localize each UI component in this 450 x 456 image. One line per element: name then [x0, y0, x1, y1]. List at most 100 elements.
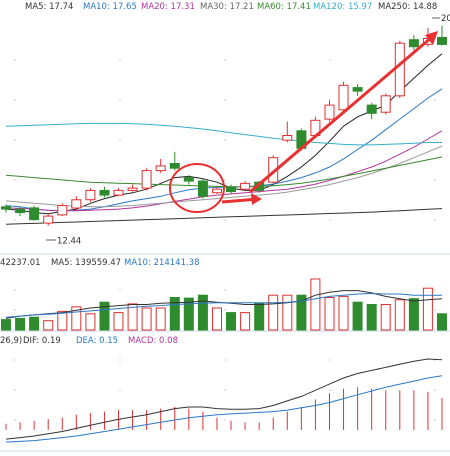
ma-line-ma120 — [5, 122, 442, 146]
volume-bar — [197, 294, 208, 331]
candle-body — [113, 189, 124, 196]
grid-dot — [224, 219, 226, 221]
grid-dot — [434, 139, 436, 141]
candle-body — [1, 206, 11, 210]
candle-body — [127, 187, 138, 191]
volume-bar — [282, 294, 293, 331]
volume-bar — [15, 317, 26, 331]
highlight-circle — [169, 163, 225, 213]
grid-dot — [14, 309, 16, 311]
candle-body — [71, 199, 82, 209]
volume-bar — [85, 313, 96, 331]
candle-body — [29, 207, 40, 221]
candle-body — [141, 170, 152, 189]
volume-bar — [338, 295, 349, 331]
grid-dot — [119, 359, 121, 361]
grid-dot — [119, 99, 121, 101]
candle-body — [99, 189, 110, 196]
candle-body — [324, 104, 335, 120]
grid-dot — [14, 99, 16, 101]
grid-dot — [329, 99, 331, 101]
grid-dot — [329, 359, 331, 361]
candle-body — [183, 177, 194, 182]
volume-bar — [268, 294, 279, 331]
volume-bar — [43, 320, 54, 331]
volume-bar — [155, 307, 166, 331]
grid-dot — [434, 389, 436, 391]
volume-bar — [240, 312, 251, 331]
dif-line — [5, 358, 443, 440]
ma250-legend: MA250: 14.88 — [378, 2, 438, 12]
grid-dot — [224, 419, 226, 421]
dif-legend: DIF: 0.19 — [23, 336, 61, 346]
volume-bar — [226, 312, 236, 331]
candle-body — [282, 135, 293, 141]
grid-dot — [224, 99, 226, 101]
volume-bar — [57, 310, 68, 331]
volume-bar — [113, 312, 124, 331]
candle-body — [366, 104, 377, 114]
arrow-long — [249, 35, 433, 194]
macd-params-legend: 26,9) — [0, 336, 23, 346]
volume-panel — [1, 278, 447, 331]
grid-dot — [434, 419, 436, 421]
ma-line-ma30 — [5, 145, 443, 208]
volume-bar — [437, 313, 447, 331]
volume-bar — [352, 301, 363, 331]
grid-dot — [14, 389, 16, 391]
low-price-label: 12.44 — [57, 237, 81, 247]
moving-average-lines — [5, 53, 443, 225]
candle-body — [43, 215, 54, 224]
volume-bar — [394, 299, 405, 331]
candle-body — [380, 95, 391, 113]
ma30-legend: MA30: 17.21 — [200, 2, 254, 12]
candle-body — [15, 208, 26, 214]
panel-dividers — [0, 253, 450, 452]
ma10-legend: MA10: 17.65 — [83, 2, 137, 12]
volume-ma5-legend: MA5: 139559.47 — [51, 258, 122, 268]
grid-dot — [224, 389, 226, 391]
ma-line-ma20 — [5, 130, 443, 212]
volume-bar — [324, 297, 335, 331]
candlesticks — [1, 25, 447, 226]
grid-dot — [434, 99, 436, 101]
volume-bar — [254, 302, 265, 331]
volume-bar — [212, 307, 222, 331]
grid-dot — [434, 309, 436, 311]
grid-dot — [224, 179, 226, 181]
grid-dot — [329, 59, 331, 61]
grid-dot — [119, 389, 121, 391]
grid-dot — [119, 289, 121, 291]
volume-bar — [141, 307, 152, 331]
dea-legend: DEA: 0.15 — [76, 336, 119, 346]
grid-dot — [224, 289, 226, 291]
ma120-legend: MA120: 15.97 — [313, 2, 373, 12]
grid-dot — [434, 289, 436, 291]
volume-bar — [422, 287, 433, 331]
volume-bar — [310, 278, 321, 331]
candle-body — [352, 87, 363, 92]
grid-dot — [14, 59, 16, 61]
grid-dot — [119, 59, 121, 61]
volume-bar — [183, 297, 194, 331]
volume-bar — [366, 304, 377, 331]
grid-dot — [329, 289, 331, 291]
macd-panel — [5, 358, 443, 443]
volume-bar — [1, 319, 11, 331]
grid-dot — [119, 309, 121, 311]
grid-dot — [14, 179, 16, 181]
ma5-legend: MA5: 17.74 — [25, 2, 74, 12]
volume-value-legend: 42237.01 — [0, 258, 41, 268]
volume-ma10-legend: MA10: 214141.38 — [124, 258, 200, 268]
grid-dot — [119, 419, 121, 421]
grid-dot — [434, 219, 436, 221]
grid-dot — [14, 359, 16, 361]
volume-bar — [408, 298, 419, 331]
grid-dot — [224, 359, 226, 361]
ma60-legend: MA60: 17.41 — [257, 2, 311, 12]
grid-dot — [224, 309, 226, 311]
volume-bar — [380, 304, 391, 331]
candle-body — [155, 165, 166, 172]
grid-dot — [329, 219, 331, 221]
candle-body — [240, 182, 251, 190]
